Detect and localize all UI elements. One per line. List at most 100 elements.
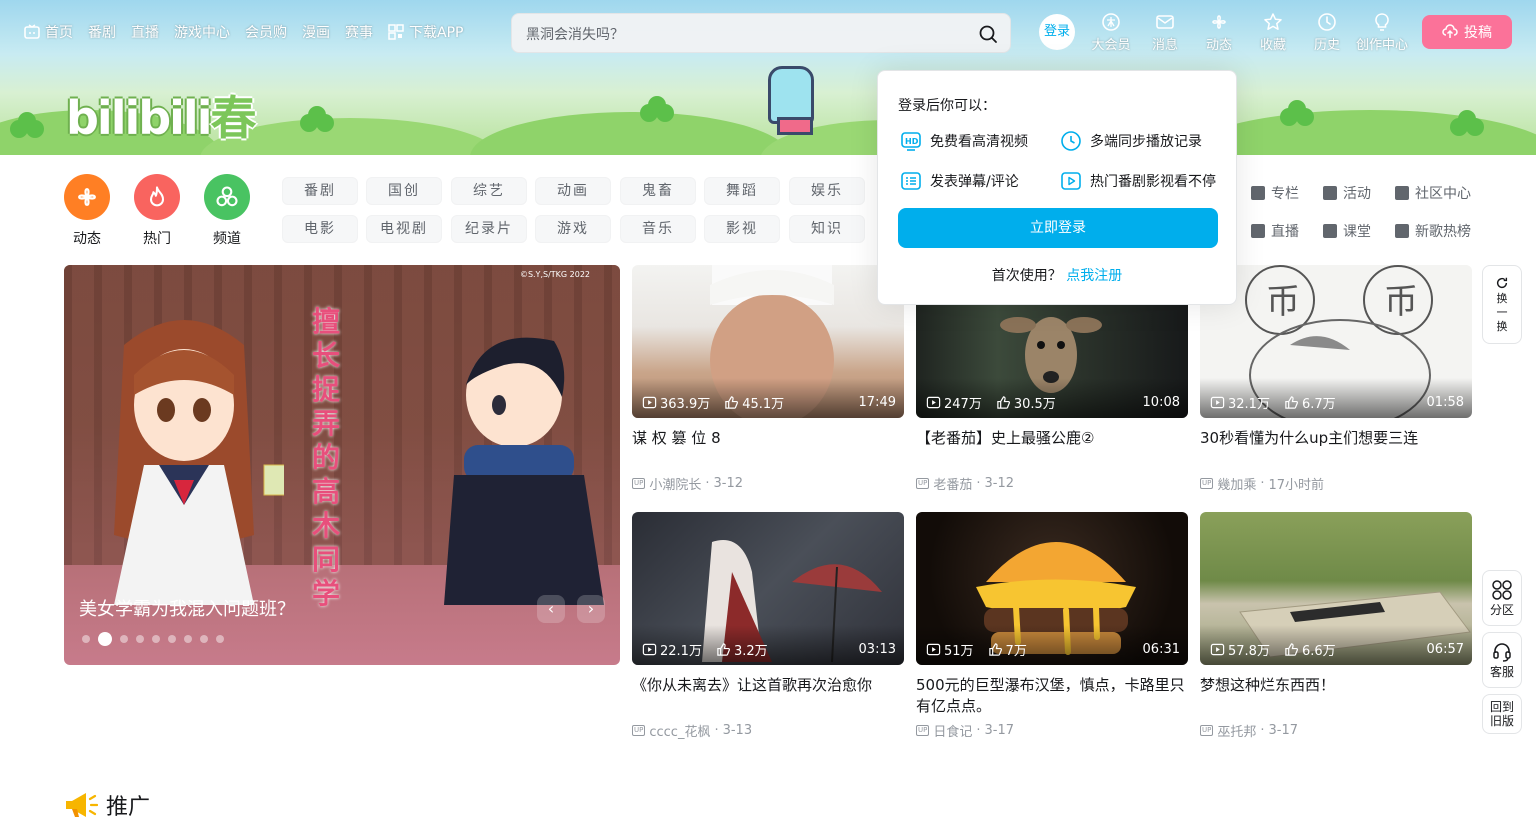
nav-favorites[interactable]: 收藏 — [1257, 12, 1289, 53]
video-thumbnail[interactable]: 币 币 32.1万 6.7万 01:58 — [1200, 265, 1472, 418]
video-stats: 57.8万 6.6万 06:57 — [1210, 640, 1464, 659]
category-pill[interactable]: 动画 — [535, 177, 611, 205]
video-meta[interactable]: UP 巫托邦 · 3-17 — [1200, 721, 1472, 740]
carousel-dot[interactable] — [136, 635, 144, 643]
nav-mall[interactable]: 会员购 — [245, 22, 287, 42]
danmaku-icon — [901, 172, 921, 190]
video-title[interactable]: 500元的巨型瀑布汉堡，慎点，卡路里只有亿点点。 — [916, 675, 1188, 717]
channel-hot-button[interactable] — [134, 174, 180, 220]
video-card[interactable]: 22.1万 3.2万 03:13 《你从未离去》让这首歌再次治愈你 UP cccc… — [632, 512, 904, 740]
video-title[interactable]: 30秒看懂为什么up主们想要三连 — [1200, 428, 1472, 470]
nav-history[interactable]: 历史 — [1311, 12, 1343, 53]
carousel-dot[interactable] — [216, 635, 224, 643]
popup-benefit-sync: 多端同步播放记录 — [1060, 130, 1202, 152]
video-title[interactable]: 梦想这种烂东西西！ — [1200, 675, 1472, 717]
category-pill[interactable]: 综艺 — [451, 177, 527, 205]
side-link-live[interactable]: 直播 — [1251, 221, 1299, 241]
login-now-button[interactable]: 立即登录 — [898, 208, 1218, 248]
carousel-prev-button[interactable]: ‹ — [537, 595, 565, 623]
mail-icon — [1156, 15, 1174, 29]
upload-button[interactable]: 投稿 — [1422, 15, 1512, 49]
popup-benefit-bangumi: 热门番剧影视看不停 — [1060, 170, 1216, 192]
category-pill[interactable]: 舞蹈 — [704, 177, 780, 205]
nav-live[interactable]: 直播 — [131, 22, 159, 42]
category-pill[interactable]: 音乐 — [620, 215, 696, 243]
nav-manga[interactable]: 漫画 — [302, 22, 330, 42]
category-pill[interactable]: 知识 — [789, 215, 865, 243]
nav-match[interactable]: 赛事 — [345, 22, 373, 42]
video-card[interactable]: 51万 7万 06:31 500元的巨型瀑布汉堡，慎点，卡路里只有亿点点。 UP… — [916, 512, 1188, 740]
clock-icon — [1061, 131, 1081, 151]
video-stats: 51万 7万 06:31 — [926, 640, 1180, 659]
category-pill[interactable]: 番剧 — [282, 177, 358, 205]
channel-channels-button[interactable] — [204, 174, 250, 220]
nav-vip[interactable]: 大会员 — [1090, 12, 1132, 53]
category-pill[interactable]: 鬼畜 — [620, 177, 696, 205]
carousel-dot[interactable] — [168, 635, 176, 643]
video-thumbnail[interactable]: 57.8万 6.6万 06:57 — [1200, 512, 1472, 665]
video-thumbnail[interactable]: 363.9万 45.1万 17:49 — [632, 265, 904, 418]
customer-service-button[interactable]: 客服 — [1482, 632, 1522, 688]
video-duration: 06:31 — [1142, 642, 1180, 657]
category-pill[interactable]: 游戏 — [535, 215, 611, 243]
carousel-dot[interactable] — [200, 635, 208, 643]
category-pill[interactable]: 影视 — [704, 215, 780, 243]
login-popup: 登录后你可以： HD 免费看高清视频 多端同步播放记录 发表弹幕/评论 热门番剧… — [877, 70, 1237, 305]
video-meta[interactable]: UP cccc_花枫 · 3-13 — [632, 721, 904, 740]
bilibili-logo[interactable]: bilibili春 — [66, 82, 256, 148]
banner-carousel[interactable]: 擅长捉弄的高木同学 ©S.Y,S/TKG 2022 美女学霸为我混入问题班？ ‹… — [64, 265, 620, 665]
old-version-button[interactable]: 回到旧版 — [1482, 694, 1522, 734]
channel-dynamic-button[interactable] — [64, 174, 110, 220]
carousel-dot[interactable] — [184, 635, 192, 643]
category-pill[interactable]: 国创 — [366, 177, 442, 205]
side-link-new-songs[interactable]: 新歌热榜 — [1395, 221, 1471, 241]
video-title[interactable]: 《你从未离去》让这首歌再次治愈你 — [632, 675, 904, 717]
video-meta[interactable]: UP 老番茄 · 3-12 — [916, 474, 1188, 493]
side-link-classroom[interactable]: 课堂 — [1323, 221, 1371, 241]
chevron-right-icon: › — [587, 599, 595, 618]
nav-download-app[interactable]: 下载APP — [388, 22, 463, 42]
refresh-feed-button[interactable]: 换一换 — [1482, 265, 1522, 344]
thumb-up-icon — [725, 396, 739, 409]
video-title[interactable]: 【老番茄】史上最骚公鹿② — [916, 428, 1188, 470]
carousel-caption[interactable]: 美女学霸为我混入问题班？ — [79, 595, 295, 621]
carousel-copyright: ©S.Y,S/TKG 2022 — [519, 270, 590, 279]
carousel-dot[interactable] — [152, 635, 160, 643]
video-meta[interactable]: UP 幾加乘 · 17小时前 — [1200, 474, 1472, 493]
like-count: 6.7万 — [1284, 393, 1336, 412]
video-title[interactable]: 谋 权 篡 位 8 — [632, 428, 904, 470]
video-meta[interactable]: UP 日食记 · 3-17 — [916, 721, 1188, 740]
carousel-next-button[interactable]: › — [577, 595, 605, 623]
video-card[interactable]: 57.8万 6.6万 06:57 梦想这种烂东西西！ UP 巫托邦 · 3-17 — [1200, 512, 1472, 740]
category-pill[interactable]: 电视剧 — [366, 215, 442, 243]
nav-home[interactable]: 首页 — [24, 22, 73, 42]
carousel-dot[interactable] — [98, 632, 112, 646]
nav-bangumi[interactable]: 番剧 — [88, 22, 116, 42]
side-link-events[interactable]: 活动 — [1323, 183, 1371, 203]
nav-game-center[interactable]: 游戏中心 — [174, 22, 230, 42]
nav-creator-center[interactable]: 创作中心 — [1354, 12, 1410, 53]
view-count: 57.8万 — [1210, 640, 1270, 659]
search-input[interactable] — [526, 23, 956, 45]
side-link-articles[interactable]: 专栏 — [1251, 183, 1299, 203]
category-pill[interactable]: 娱乐 — [789, 177, 865, 205]
category-tool-button[interactable]: 分区 — [1482, 570, 1522, 626]
search-icon[interactable] — [976, 22, 1000, 46]
carousel-dot[interactable] — [120, 635, 128, 643]
category-pill[interactable]: 纪录片 — [451, 215, 527, 243]
popup-title: 登录后你可以： — [898, 98, 996, 114]
category-pill[interactable]: 电影 — [282, 215, 358, 243]
video-meta[interactable]: UP 小潮院长 · 3-12 — [632, 474, 904, 493]
video-thumbnail[interactable]: 51万 7万 06:31 — [916, 512, 1188, 665]
register-link[interactable]: 点我注册 — [1066, 268, 1122, 284]
side-link-community[interactable]: 社区中心 — [1395, 183, 1471, 203]
video-card[interactable]: 币 币 32.1万 6.7万 01:58 30秒看懂为什么up主们想要三连 UP 幾… — [1200, 265, 1472, 493]
nav-dynamic[interactable]: 动态 — [1203, 12, 1235, 53]
video-card[interactable]: 363.9万 45.1万 17:49 谋 权 篡 位 8 UP 小潮院长 · 3-12 — [632, 265, 904, 493]
login-avatar-button[interactable]: 登录 — [1039, 14, 1075, 50]
like-count: 3.2万 — [716, 640, 768, 659]
play-icon — [1061, 172, 1081, 190]
video-thumbnail[interactable]: 22.1万 3.2万 03:13 — [632, 512, 904, 665]
nav-messages[interactable]: 消息 — [1149, 12, 1181, 53]
carousel-dot[interactable] — [82, 635, 90, 643]
